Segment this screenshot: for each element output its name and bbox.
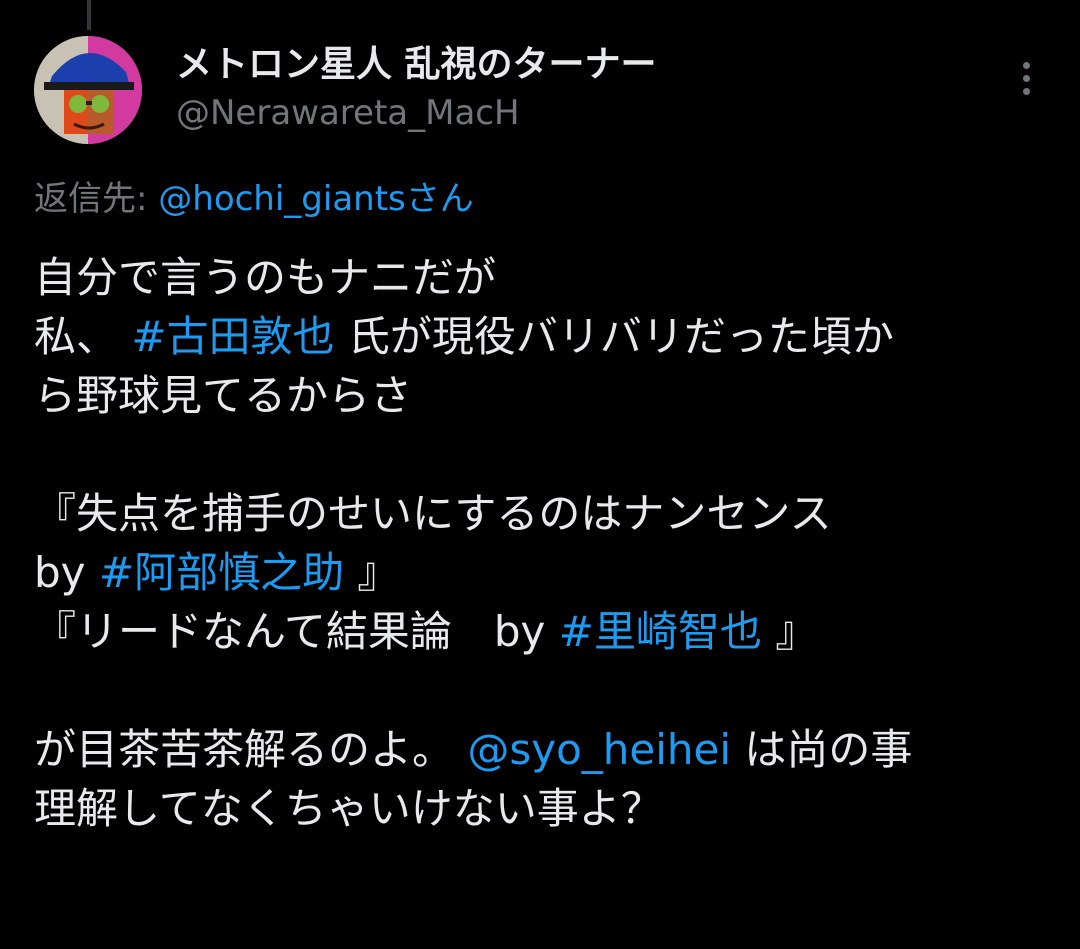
tweet-text: 自分で言うのもナニだが 私、 #古田敦也 氏が現役バリバリだった頃か ら野球見て…: [34, 248, 1054, 838]
more-options-button[interactable]: [1006, 56, 1046, 100]
tweet-text-segment: 氏が現役バリバリだった頃か: [334, 312, 894, 361]
tweet-line: 自分で言うのもナニだが: [34, 248, 1054, 307]
tweet-line: by #阿部慎之助 』: [34, 543, 1054, 602]
tweet-author[interactable]: メトロン星人 乱視のターナー @Nerawareta_MacH: [176, 40, 657, 136]
tweet-text-segment: 『失点を捕手のせいにするのはナンセンス: [34, 489, 832, 538]
thread-connector-line: [87, 0, 91, 30]
hashtag-link[interactable]: #古田敦也: [131, 312, 334, 361]
tweet-text-segment: 『リードなんて結果論 by: [34, 607, 559, 656]
tweet-line: 私、 #古田敦也 氏が現役バリバリだった頃か: [34, 307, 1054, 366]
more-options-icon: [1022, 74, 1030, 82]
reply-to-suffix: さん: [405, 179, 474, 219]
tweet-text-segment: ら野球見てるからさ: [34, 371, 413, 420]
author-handle[interactable]: @Nerawareta_MacH: [176, 90, 657, 136]
reply-to-label: 返信先:: [34, 179, 159, 219]
more-options-icon: [1022, 87, 1030, 95]
tweet-text-segment: 自分で言うのもナニだが: [34, 253, 497, 302]
mention-link[interactable]: @syo_heihei: [467, 725, 731, 774]
reply-to-line: 返信先: @hochi_giantsさん: [34, 176, 474, 222]
tweet-text-segment: by: [34, 548, 99, 597]
tweet-text-segment: 理解してなくちゃいけない事よ？: [34, 784, 663, 833]
hashtag-link[interactable]: #阿部慎之助: [99, 548, 344, 597]
avatar-image: [34, 36, 142, 144]
tweet-line: 『リードなんて結果論 by #里崎智也 』: [34, 602, 1054, 661]
reply-to-mention: @hochi_giants: [158, 179, 406, 219]
tweet-line: ら野球見てるからさ: [34, 366, 1054, 425]
tweet-text-segment: 』: [761, 607, 818, 656]
tweet-text-segment: 』: [344, 548, 400, 597]
tweet-text-segment: は尚の事: [731, 725, 913, 774]
reply-to-mention-link[interactable]: @hochi_giantsさん: [158, 179, 474, 219]
tweet-text-segment: 私、: [34, 312, 132, 361]
tweet-line: 『失点を捕手のせいにするのはナンセンス: [34, 484, 1054, 543]
tweet-line: 理解してなくちゃいけない事よ？: [34, 779, 1054, 838]
author-display-name[interactable]: メトロン星人 乱視のターナー: [176, 40, 657, 90]
hashtag-link[interactable]: #里崎智也: [559, 607, 762, 656]
tweet-line: が目茶苦茶解るのよ。 @syo_heihei は尚の事: [34, 720, 1054, 779]
more-options-icon: [1022, 61, 1030, 69]
avatar[interactable]: [34, 36, 142, 144]
tweet-text-segment: が目茶苦茶解るのよ。: [34, 725, 468, 774]
